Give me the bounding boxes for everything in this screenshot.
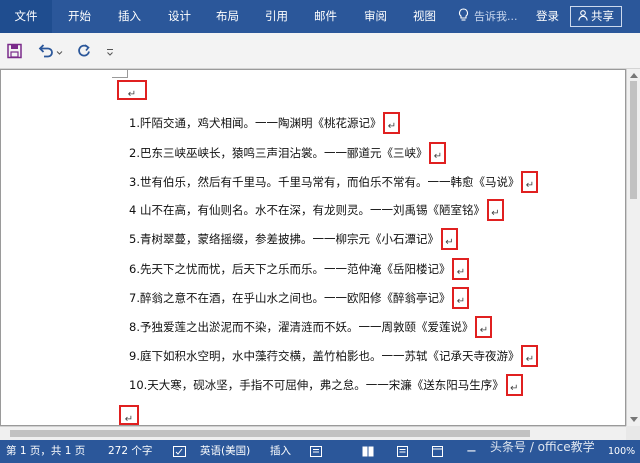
line-text: 3.世有伯乐，然后有千里马。千里马常有，而伯乐不常有。一一韩愈《马说》 (129, 175, 520, 189)
paragraph-mark-highlight: ↵ (117, 80, 147, 100)
line-text: 10.天大寒，砚冰坚，手指不可屈伸，弗之怠。一一宋濂《送东阳马生序》 (129, 378, 504, 392)
document-line-6[interactable]: 6.先天下之忧而忧，后天下之乐而乐。一一范仲淹《岳阳楼记》 ↵ (129, 257, 470, 281)
paragraph-mark-highlight: ↵ (521, 345, 539, 367)
scroll-down-arrow-icon[interactable] (630, 417, 638, 422)
line-text: 5.青树翠蔓，蒙络摇缀，参差披拂。一一柳宗元《小石潭记》 (129, 232, 439, 246)
print-layout-icon[interactable] (397, 446, 408, 457)
save-icon[interactable] (7, 42, 22, 60)
line-text: 1.阡陌交通，鸡犬相闻。一一陶渊明《桃花源记》 (129, 116, 382, 130)
document-canvas: ↵ 1.阡陌交通，鸡犬相闻。一一陶渊明《桃花源记》 ↵ 2.巴东三峡巫峡长，猿鸣… (0, 69, 640, 440)
document-line-7[interactable]: 7.醉翁之意不在酒，在乎山水之间也。一一欧阳修《醉翁亭记》 ↵ (129, 286, 470, 310)
paragraph-mark-highlight: ↵ (452, 258, 470, 280)
paragraph-mark-highlight: ↵ (475, 316, 493, 338)
zoom-out-button[interactable]: − (466, 440, 477, 463)
line-text: 2.巴东三峡巫峡长，猿鸣三声泪沾裳。一一郦道元《三峡》 (129, 146, 428, 160)
tab-references[interactable]: 引用 (265, 0, 288, 33)
customize-toolbar-icon[interactable] (106, 42, 114, 60)
tell-me-search[interactable]: 告诉我... (458, 0, 518, 33)
tab-layout[interactable]: 布局 (216, 0, 239, 33)
share-button[interactable]: 共享 (570, 6, 622, 27)
read-mode-icon[interactable] (362, 446, 374, 457)
proofing-icon[interactable] (173, 446, 186, 457)
tab-file[interactable]: 文件 (0, 0, 52, 33)
document-line-10[interactable]: 10.天大寒，砚冰坚，手指不可屈伸，弗之怠。一一宋濂《送东阳马生序》 ↵ (129, 373, 523, 397)
word-count[interactable]: 272 个字 (108, 440, 152, 463)
document-line-2[interactable]: 2.巴东三峡巫峡长，猿鸣三声泪沾裳。一一郦道元《三峡》 ↵ (129, 141, 447, 165)
document-line-4[interactable]: 4 山不在高，有仙则名。水不在深，有龙则灵。一一刘禹锡《陋室铭》 ↵ (129, 198, 504, 222)
share-label: 共享 (591, 9, 614, 23)
paragraph-mark-highlight: ↵ (452, 287, 470, 309)
watermark: 头条号 / office教学 (490, 440, 595, 454)
paragraph-mark-highlight: ↵ (505, 374, 523, 396)
paragraph-mark-highlight: ↵ (521, 171, 539, 193)
web-layout-icon[interactable] (432, 446, 443, 457)
tab-home[interactable]: 开始 (68, 0, 91, 33)
tab-view[interactable]: 视图 (413, 0, 436, 33)
ribbon-tab-bar: 文件 开始 插入 设计 布局 引用 邮件 审阅 视图 告诉我... 登录 共享 (0, 0, 640, 33)
quick-access-toolbar (0, 33, 640, 69)
paragraph-mark-highlight: ↵ (383, 112, 401, 134)
paragraph-mark-highlight: ↵ (119, 405, 139, 425)
tab-review[interactable]: 审阅 (364, 0, 387, 33)
document-line-8[interactable]: 8.予独爱莲之出淤泥而不染，濯清涟而不妖。一一周敦颐《爱莲说》 ↵ (129, 315, 493, 339)
line-text: 6.先天下之忧而忧，后天下之乐而乐。一一范仲淹《岳阳楼记》 (129, 262, 451, 276)
insert-mode[interactable]: 插入 (270, 440, 291, 463)
tell-me-placeholder: 告诉我... (474, 10, 518, 23)
lightbulb-icon (458, 8, 469, 21)
redo-icon[interactable] (77, 42, 91, 60)
undo-dropdown-icon[interactable] (56, 42, 63, 60)
line-text: 7.醉翁之意不在酒，在乎山水之间也。一一欧阳修《醉翁亭记》 (129, 291, 451, 305)
line-text: 4 山不在高，有仙则名。水不在深，有龙则灵。一一刘禹锡《陋室铭》 (129, 203, 485, 217)
document-line-5[interactable]: 5.青树翠蔓，蒙络摇缀，参差披拂。一一柳宗元《小石潭记》 ↵ (129, 227, 458, 251)
person-icon (578, 10, 588, 21)
macro-record-icon[interactable] (310, 446, 322, 457)
undo-icon[interactable] (38, 42, 54, 60)
scroll-up-arrow-icon[interactable] (630, 73, 638, 78)
language[interactable]: 英语(美国) (200, 440, 250, 463)
top-left-margin-mark (112, 70, 128, 78)
document-line-3[interactable]: 3.世有伯乐，然后有千里马。千里马常有，而伯乐不常有。一一韩愈《马说》 ↵ (129, 170, 539, 194)
tab-design[interactable]: 设计 (168, 0, 191, 33)
zoom-level[interactable]: 100% (608, 440, 635, 463)
tab-mailings[interactable]: 邮件 (314, 0, 337, 33)
paragraph-mark-highlight: ↵ (440, 228, 458, 250)
document-page[interactable]: ↵ 1.阡陌交通，鸡犬相闻。一一陶渊明《桃花源记》 ↵ 2.巴东三峡巫峡长，猿鸣… (0, 69, 626, 426)
tab-insert[interactable]: 插入 (118, 0, 141, 33)
paragraph-mark-highlight: ↵ (486, 199, 504, 221)
line-text: 8.予独爱莲之出淤泥而不染，濯清涟而不妖。一一周敦颐《爱莲说》 (129, 320, 474, 334)
paragraph-mark-highlight: ↵ (429, 142, 447, 164)
login-link[interactable]: 登录 (536, 0, 559, 33)
document-line-1[interactable]: 1.阡陌交通，鸡犬相闻。一一陶渊明《桃花源记》 ↵ (129, 111, 401, 135)
page-count[interactable]: 第 1 页，共 1 页 (6, 440, 85, 463)
document-line-9[interactable]: 9.庭下如积水空明，水中藻荇交横，盖竹柏影也。一一苏轼《记承天寺夜游》 ↵ (129, 344, 539, 368)
vertical-scrollbar[interactable] (626, 69, 640, 426)
line-text: 9.庭下如积水空明，水中藻荇交横，盖竹柏影也。一一苏轼《记承天寺夜游》 (129, 349, 520, 363)
horizontal-scroll-thumb[interactable] (10, 430, 530, 437)
vertical-scroll-thumb[interactable] (630, 81, 637, 199)
